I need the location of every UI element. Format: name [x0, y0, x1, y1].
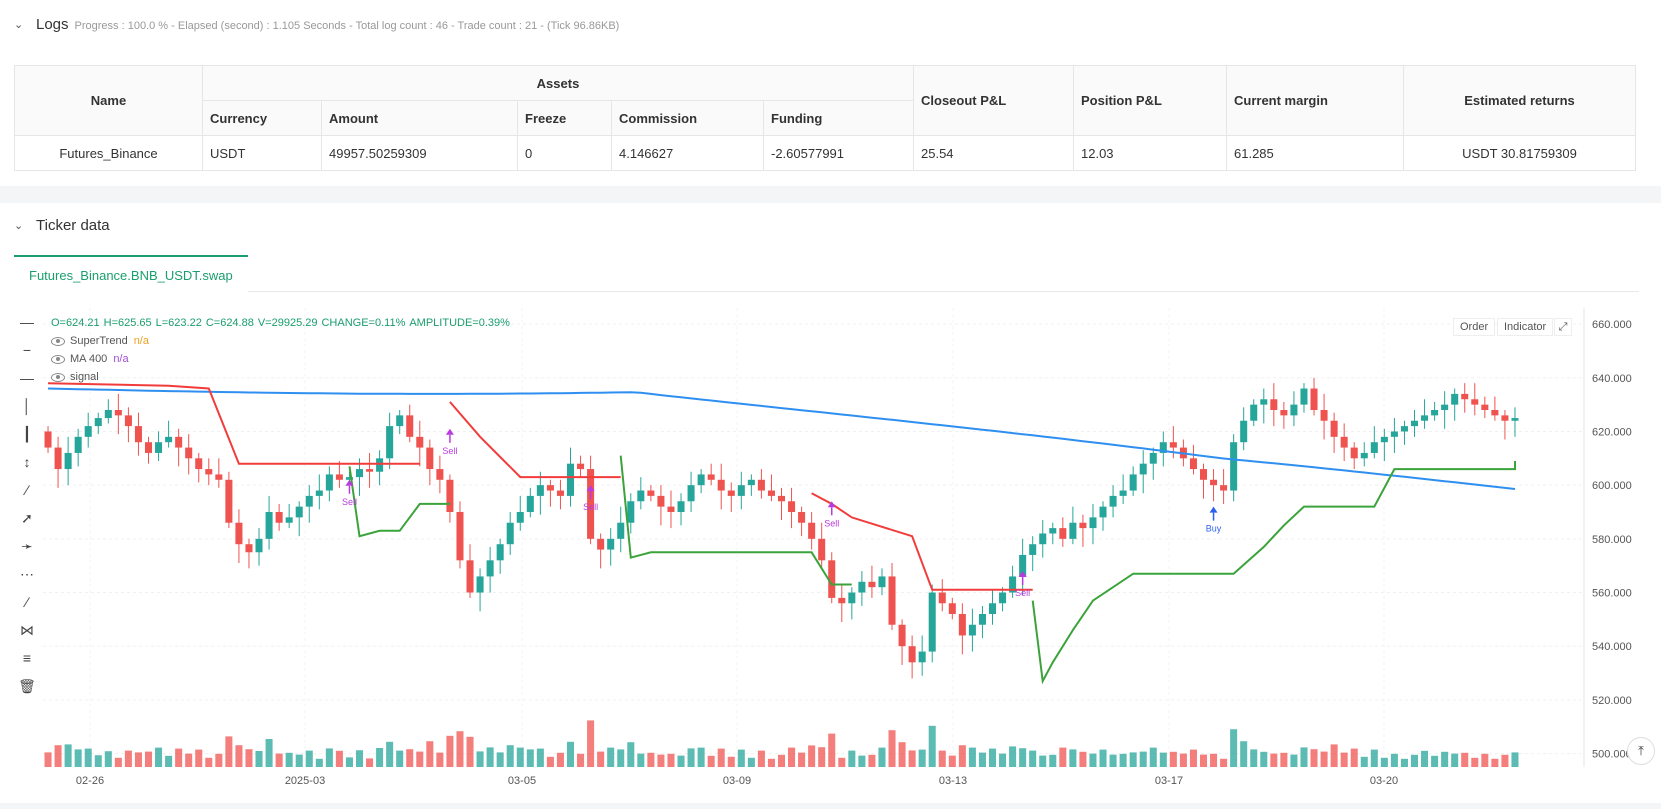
- ray-line-icon[interactable]: ➚: [16, 504, 38, 532]
- legend-supertrend-name: SuperTrend: [70, 335, 128, 347]
- eye-icon[interactable]: [51, 336, 65, 346]
- segment-icon[interactable]: ➛: [16, 532, 38, 560]
- col-name: Name: [14, 65, 203, 136]
- extended-line-icon[interactable]: ―: [16, 364, 38, 392]
- ticker-panel: ⌄ Ticker data Futures_Binance.BNB_USDT.s…: [0, 203, 1661, 803]
- ohlc-open: O=624.21: [51, 317, 100, 329]
- drawing-toolbar: — − ― │ ┃ ↕ ∕ ➚ ➛ ⋯ ∕ ⋈ ≡ 🗑: [16, 308, 38, 700]
- logs-panel: ⌄ Logs Progress : 100.0 % - Elapsed (sec…: [0, 0, 1661, 186]
- chart-legend: O=624.21 H=625.65 L=623.22 C=624.88 V=29…: [51, 314, 510, 386]
- cell-commission: 4.146627: [611, 135, 764, 171]
- cell-currency: USDT: [202, 135, 322, 171]
- pitchfork-icon[interactable]: ⋈: [16, 616, 38, 644]
- tab-symbol[interactable]: Futures_Binance.BNB_USDT.swap: [14, 255, 248, 292]
- vertical-ray-icon[interactable]: │: [16, 392, 38, 420]
- fullscreen-icon[interactable]: ⤢: [1554, 318, 1572, 336]
- horizontal-line-icon[interactable]: −: [16, 336, 38, 364]
- order-button[interactable]: Order: [1453, 318, 1496, 336]
- col-closeout: Closeout P&L: [913, 65, 1074, 136]
- logs-header[interactable]: ⌄ Logs Progress : 100.0 % - Elapsed (sec…: [14, 16, 619, 33]
- col-group-assets: Assets: [202, 65, 914, 101]
- trash-icon[interactable]: 🗑: [16, 672, 38, 700]
- cell-position: 12.03: [1073, 135, 1227, 171]
- cell-freeze: 0: [517, 135, 612, 171]
- eye-icon[interactable]: [51, 372, 65, 382]
- col-position: Position P&L: [1073, 65, 1227, 136]
- trend-line-icon[interactable]: ∕: [16, 476, 38, 504]
- ohlc-low: L=623.22: [155, 317, 202, 329]
- ohlc-close: C=624.88: [205, 317, 254, 329]
- logs-summary: Progress : 100.0 % - Elapsed (second) : …: [74, 20, 620, 32]
- legend-ma-name: MA 400: [70, 353, 108, 365]
- ohlc-readout: O=624.21 H=625.65 L=623.22 C=624.88 V=29…: [51, 314, 510, 332]
- ticker-header[interactable]: ⌄ Ticker data: [14, 217, 110, 234]
- col-amount: Amount: [321, 100, 518, 136]
- fib-lines-icon[interactable]: ≡: [16, 644, 38, 672]
- col-returns: Estimated returns: [1403, 65, 1636, 136]
- legend-supertrend-value: n/a: [133, 335, 149, 347]
- parallel-channel-icon[interactable]: ∕: [16, 588, 38, 616]
- cell-amount: 49957.50259309: [321, 135, 518, 171]
- col-funding: Funding: [763, 100, 914, 136]
- logs-title: Logs: [36, 16, 69, 33]
- indicator-button[interactable]: Indicator: [1497, 318, 1554, 336]
- cell-funding: -2.60577991: [763, 135, 914, 171]
- cell-margin: 61.285: [1226, 135, 1404, 171]
- ohlc-change: CHANGE=0.11%: [321, 317, 406, 329]
- horizontal-ray-icon[interactable]: —: [16, 308, 38, 336]
- tab-divider: [14, 291, 1639, 292]
- legend-ma-value: n/a: [113, 353, 129, 365]
- col-commission: Commission: [611, 100, 764, 136]
- ticker-title: Ticker data: [36, 217, 110, 234]
- eye-icon[interactable]: [51, 354, 65, 364]
- cell-returns: USDT 30.81759309: [1403, 135, 1636, 171]
- cell-name: Futures_Binance: [14, 135, 203, 171]
- legend-ma[interactable]: MA 400 n/a: [51, 350, 510, 368]
- legend-supertrend[interactable]: SuperTrend n/a: [51, 332, 510, 350]
- vertical-line-icon[interactable]: ┃: [16, 420, 38, 448]
- assets-table: Name Assets Closeout P&L Position P&L Cu…: [14, 65, 1636, 171]
- ohlc-amplitude: AMPLITUDE=0.39%: [409, 317, 510, 329]
- legend-signal[interactable]: signal: [51, 368, 510, 386]
- table-row: Futures_Binance USDT 49957.50259309 0 4.…: [14, 135, 1636, 171]
- col-freeze: Freeze: [517, 100, 612, 136]
- cell-closeout: 25.54: [913, 135, 1074, 171]
- ohlc-high: H=625.65: [103, 317, 152, 329]
- col-margin: Current margin: [1226, 65, 1404, 136]
- chevron-down-icon[interactable]: ⌄: [14, 219, 24, 232]
- ohlc-volume: V=29925.29: [257, 317, 318, 329]
- chevron-down-icon[interactable]: ⌄: [14, 18, 24, 31]
- legend-signal-name: signal: [70, 371, 99, 383]
- vertical-segment-icon[interactable]: ↕: [16, 448, 38, 476]
- scroll-top-icon[interactable]: ⤒: [1627, 737, 1655, 765]
- price-range-icon[interactable]: ⋯: [16, 560, 38, 588]
- col-currency: Currency: [202, 100, 322, 136]
